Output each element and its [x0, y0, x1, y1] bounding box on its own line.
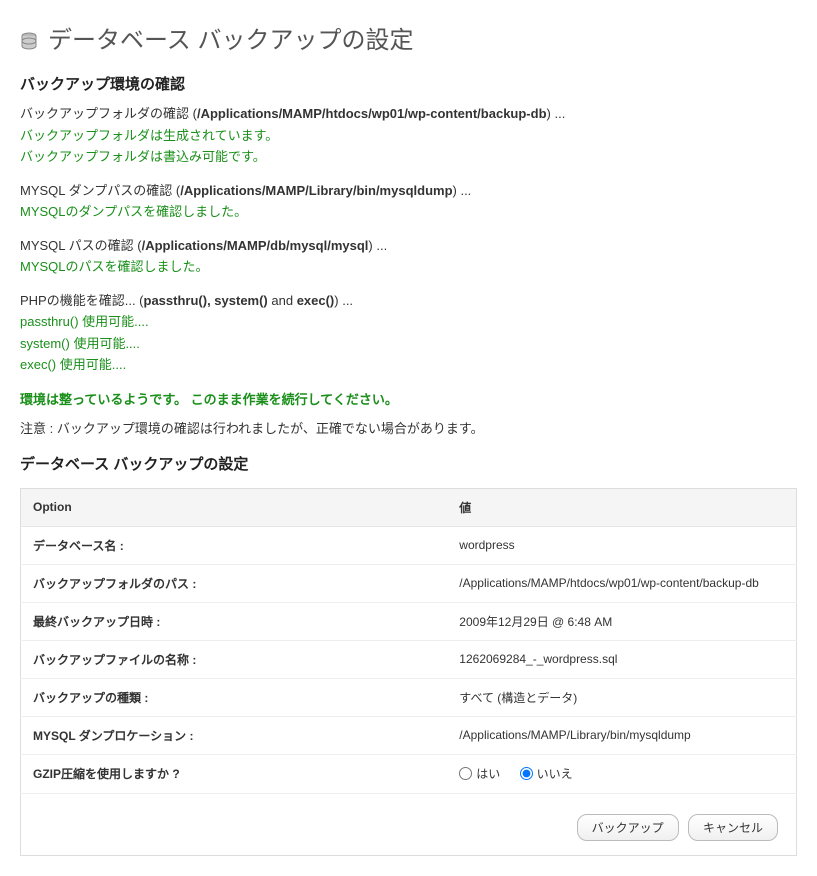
row-label: 最終バックアップ日時 :: [21, 602, 448, 640]
row-label: データベース名 :: [21, 526, 448, 564]
row-value: wordpress: [447, 526, 796, 564]
mysql-path-ok: MYSQLのパスを確認しました。: [20, 257, 797, 277]
php-check-block: PHPの機能を確認... (passthru(), system() and e…: [20, 291, 797, 375]
dump-check-block: MYSQL ダンプパスの確認 (/Applications/MAMP/Libra…: [20, 181, 797, 222]
row-label: バックアップの種類 :: [21, 678, 448, 716]
settings-heading: データベース バックアップの設定: [20, 453, 797, 474]
dump-check-line: MYSQL ダンプパスの確認 (/Applications/MAMP/Libra…: [20, 181, 797, 201]
gzip-label: GZIP圧縮を使用しますか ?: [21, 754, 448, 793]
row-value: すべて (構造とデータ): [447, 678, 796, 716]
cancel-button[interactable]: キャンセル: [688, 814, 778, 841]
mysql-check-line: MYSQL パスの確認 (/Applications/MAMP/db/mysql…: [20, 236, 797, 256]
gzip-yes-radio[interactable]: [459, 767, 472, 780]
row-value: /Applications/MAMP/Library/bin/mysqldump: [447, 716, 796, 754]
row-value: /Applications/MAMP/htdocs/wp01/wp-conten…: [447, 564, 796, 602]
settings-table: Option 値 データベース名 : wordpress バックアップフォルダの…: [20, 488, 797, 856]
table-row-gzip: GZIP圧縮を使用しますか ? はい いいえ: [21, 754, 797, 793]
env-summary: 環境は整っているようです。 このまま作業を続行してください。: [20, 389, 797, 408]
table-row: バックアップファイルの名称 : 1262069284_-_wordpress.s…: [21, 640, 797, 678]
folder-writable-ok: バックアップフォルダは書込み可能です。: [20, 147, 797, 167]
row-value: 1262069284_-_wordpress.sql: [447, 640, 796, 678]
gzip-no-radio[interactable]: [520, 767, 533, 780]
page-title-text: データベース バックアップの設定: [48, 20, 413, 55]
table-row: MYSQL ダンプロケーション : /Applications/MAMP/Lib…: [21, 716, 797, 754]
passthru-ok: passthru() 使用可能....: [20, 312, 797, 332]
gzip-yes-label[interactable]: はい: [459, 765, 500, 782]
col-option: Option: [21, 488, 448, 526]
folder-check-block: バックアップフォルダの確認 (/Applications/MAMP/htdocs…: [20, 104, 797, 167]
row-label: バックアップファイルの名称 :: [21, 640, 448, 678]
folder-created-ok: バックアップフォルダは生成されています。: [20, 126, 797, 146]
gzip-no-label[interactable]: いいえ: [520, 765, 573, 782]
folder-check-line: バックアップフォルダの確認 (/Applications/MAMP/htdocs…: [20, 104, 797, 124]
row-label: バックアップフォルダのパス :: [21, 564, 448, 602]
env-note: 注意 : バックアップ環境の確認は行われましたが、正確でない場合があります。: [20, 418, 797, 437]
dump-path-ok: MYSQLのダンプパスを確認しました。: [20, 202, 797, 222]
exec-ok: exec() 使用可能....: [20, 355, 797, 375]
php-check-line: PHPの機能を確認... (passthru(), system() and e…: [20, 291, 797, 311]
gzip-radio-group: はい いいえ: [459, 769, 588, 783]
table-row: データベース名 : wordpress: [21, 526, 797, 564]
button-row: バックアップ キャンセル: [33, 804, 784, 845]
database-icon: [20, 29, 38, 47]
table-row: バックアップフォルダのパス : /Applications/MAMP/htdoc…: [21, 564, 797, 602]
table-row-buttons: バックアップ キャンセル: [21, 793, 797, 855]
col-value: 値: [447, 488, 796, 526]
table-row: バックアップの種類 : すべて (構造とデータ): [21, 678, 797, 716]
mysql-check-block: MYSQL パスの確認 (/Applications/MAMP/db/mysql…: [20, 236, 797, 277]
backup-button[interactable]: バックアップ: [577, 814, 679, 841]
system-ok: system() 使用可能....: [20, 334, 797, 354]
row-label: MYSQL ダンプロケーション :: [21, 716, 448, 754]
page-title: データベース バックアップの設定: [20, 20, 797, 55]
env-check-heading: バックアップ環境の確認: [20, 73, 797, 94]
table-row: 最終バックアップ日時 : 2009年12月29日 @ 6:48 AM: [21, 602, 797, 640]
row-value: 2009年12月29日 @ 6:48 AM: [447, 602, 796, 640]
